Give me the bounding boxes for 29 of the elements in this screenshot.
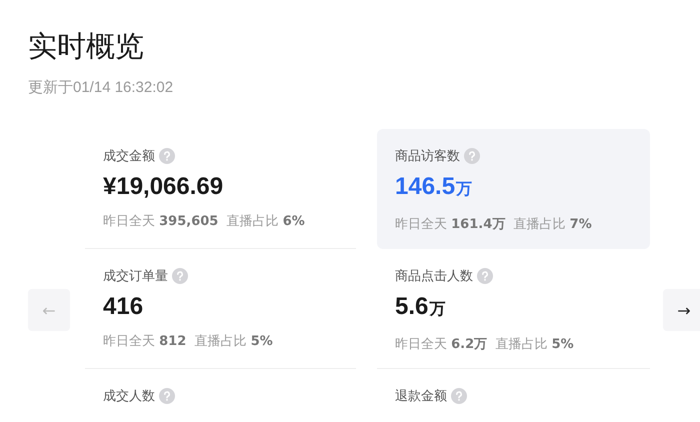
metric-comparison: 昨日全天 812 直播占比 5%	[103, 333, 274, 350]
metric-label: 成交人数	[103, 388, 155, 405]
metric-label: 退款金额	[395, 388, 447, 405]
help-icon[interactable]	[159, 388, 175, 404]
metric-comparison: 昨日全天 395,605 直播占比 6%	[103, 213, 306, 230]
metric-value: 5.6万	[395, 292, 446, 322]
help-icon[interactable]	[159, 148, 175, 164]
help-icon[interactable]	[477, 268, 493, 284]
help-icon[interactable]	[172, 268, 188, 284]
metric-value: ¥19,066.69	[103, 172, 224, 202]
metric-card[interactable]: 成交人数	[85, 369, 356, 422]
metric-label: 商品点击人数	[395, 268, 473, 285]
metric-card[interactable]: 商品访客数 146.5万 昨日全天 161.4万 直播占比 7%	[377, 129, 650, 249]
metric-card[interactable]: 商品点击人数 5.6万 昨日全天 6.2万 直播占比 5%	[377, 249, 650, 369]
metric-label: 成交订单量	[103, 268, 168, 285]
metric-card[interactable]: 退款金额	[377, 369, 650, 422]
metric-comparison: 昨日全天 6.2万 直播占比 5%	[395, 336, 575, 353]
next-button[interactable]: →	[663, 289, 700, 331]
metric-value: 146.5万	[395, 172, 474, 202]
metric-label: 商品访客数	[395, 148, 460, 165]
page-title: 实时概览	[27, 28, 145, 64]
metric-comparison: 昨日全天 161.4万 直播占比 7%	[395, 216, 593, 233]
metric-card[interactable]: 成交金额 ¥19,066.69 昨日全天 395,605 直播占比 6%	[85, 129, 356, 249]
metric-card[interactable]: 成交订单量 416 昨日全天 812 直播占比 5%	[85, 249, 356, 369]
update-time: 更新于01/14 16:32:02	[27, 78, 174, 97]
help-icon[interactable]	[451, 388, 467, 404]
metric-value: 416	[103, 292, 144, 322]
help-icon[interactable]	[464, 148, 480, 164]
metric-label: 成交金额	[103, 148, 155, 165]
